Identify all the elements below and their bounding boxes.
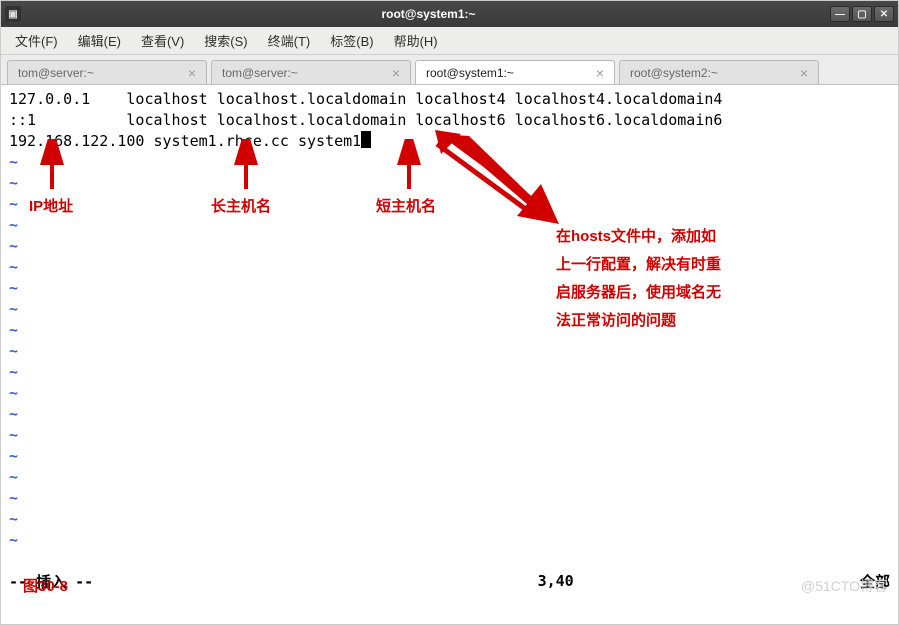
tab-tom-server-1[interactable]: tom@server:~ × [7, 60, 207, 84]
vim-cursor-pos: 3,40 [538, 572, 758, 590]
vim-tilde: ~ [9, 489, 18, 507]
menu-file[interactable]: 文件(F) [11, 29, 62, 52]
menu-help[interactable]: 帮助(H) [390, 29, 442, 52]
vim-tilde: ~ [9, 279, 18, 297]
hosts-line-3: 192.168.122.100 system1.rhce.cc system1 [9, 132, 361, 150]
menu-view[interactable]: 查看(V) [137, 29, 188, 52]
vim-tilde: ~ [9, 195, 18, 213]
hosts-line-1: 127.0.0.1 localhost localhost.localdomai… [9, 90, 722, 108]
vim-tilde: ~ [9, 531, 18, 549]
tab-label: root@system2:~ [630, 66, 718, 80]
vim-tilde: ~ [9, 153, 18, 171]
text-cursor [361, 131, 371, 148]
vim-tilde: ~ [9, 342, 18, 360]
maximize-button[interactable]: ▢ [852, 6, 872, 22]
window-title: root@system1:~ [27, 7, 830, 21]
tab-root-system2[interactable]: root@system2:~ × [619, 60, 819, 84]
terminal-app-icon: ▣ [5, 6, 21, 22]
menu-tabs[interactable]: 标签(B) [326, 29, 377, 52]
tab-root-system1[interactable]: root@system1:~ × [415, 60, 615, 84]
vim-tilde: ~ [9, 510, 18, 528]
tab-close-icon[interactable]: × [596, 66, 604, 80]
terminal-viewport[interactable]: 127.0.0.1 localhost localhost.localdomai… [1, 85, 898, 569]
tab-close-icon[interactable]: × [188, 66, 196, 80]
tab-tom-server-2[interactable]: tom@server:~ × [211, 60, 411, 84]
vim-tilde: ~ [9, 321, 18, 339]
tab-close-icon[interactable]: × [800, 66, 808, 80]
tabbar: tom@server:~ × tom@server:~ × root@syste… [1, 55, 898, 85]
tab-label: root@system1:~ [426, 66, 514, 80]
minimize-button[interactable]: — [830, 6, 850, 22]
tab-close-icon[interactable]: × [392, 66, 400, 80]
window-titlebar: ▣ root@system1:~ — ▢ ✕ [1, 1, 898, 27]
vim-tilde: ~ [9, 237, 18, 255]
close-button[interactable]: ✕ [874, 6, 894, 22]
vim-tilde: ~ [9, 405, 18, 423]
vim-tilde: ~ [9, 384, 18, 402]
vim-mode: -- 插入 -- [9, 571, 538, 592]
vim-tilde: ~ [9, 300, 18, 318]
tab-label: tom@server:~ [18, 66, 94, 80]
menu-edit[interactable]: 编辑(E) [74, 29, 125, 52]
vim-tilde: ~ [9, 447, 18, 465]
vim-tilde: ~ [9, 216, 18, 234]
vim-tilde: ~ [9, 426, 18, 444]
menu-search[interactable]: 搜索(S) [200, 29, 251, 52]
watermark: @51CTO博客 [801, 576, 888, 596]
vim-tilde: ~ [9, 363, 18, 381]
hosts-line-2: ::1 localhost localhost.localdomain loca… [9, 111, 722, 129]
vim-tilde: ~ [9, 174, 18, 192]
menu-terminal[interactable]: 终端(T) [264, 29, 315, 52]
menubar: 文件(F) 编辑(E) 查看(V) 搜索(S) 终端(T) 标签(B) 帮助(H… [1, 27, 898, 55]
vim-tilde: ~ [9, 468, 18, 486]
window-controls: — ▢ ✕ [830, 6, 894, 22]
tab-label: tom@server:~ [222, 66, 298, 80]
vim-tilde: ~ [9, 258, 18, 276]
vim-statusbar: -- 插入 -- 3,40 全部 [1, 569, 898, 593]
